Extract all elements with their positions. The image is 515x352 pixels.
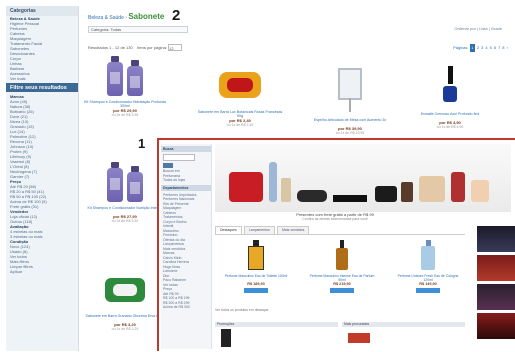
product-installments: ou 3x de R$ 9,96 — [111, 113, 139, 117]
product-image[interactable] — [221, 329, 231, 347]
product-title[interactable]: Esmalte Cremoso Azul Profundo 8ml — [405, 112, 495, 120]
page-number-link[interactable]: 1 — [469, 44, 475, 52]
overlay-department-list: Perfumes Importados Perfumes Nacionais Kit… — [161, 193, 211, 310]
store-page-overlay: Busca Buscar em Perfumaria Todas as lojas … — [157, 138, 515, 351]
page-number-link[interactable]: 8 — [502, 44, 504, 52]
filter-results-header: Filtre seus resultados — [6, 83, 78, 92]
product-image[interactable] — [336, 240, 348, 270]
annotation-label-2: 2 — [172, 7, 181, 24]
category-select[interactable]: Categoria: Todas — [88, 26, 188, 33]
side-ad-column — [477, 226, 515, 351]
product-title[interactable]: Espelho Articulado de Mesa com Aumento 3… — [305, 118, 395, 126]
product-image[interactable] — [105, 278, 145, 302]
tab-new[interactable]: Lançamentos — [243, 226, 275, 234]
product-card[interactable]: Kit Shampoo e Condicionador Hidratação P… — [80, 56, 170, 117]
tab-bestsellers[interactable]: Mais vendidos — [277, 226, 310, 234]
product-title[interactable]: Perfume Masculino Intense Eau de Parfum … — [307, 274, 377, 282]
overlay-departments-header: Departamentos — [161, 184, 211, 191]
side-ad[interactable] — [477, 313, 515, 339]
product-title[interactable]: Perfume Masculino Eau de Toilette 100ml — [221, 274, 291, 282]
next-page-arrow[interactable]: › — [507, 45, 508, 50]
overlay-department-link[interactable]: Acima de R$ 300 — [161, 305, 211, 310]
product-installments: ou 2x de R$ 19,95 — [335, 131, 365, 135]
overlay-tab-bar: Destaques Lançamentos Mais vendidos — [215, 226, 465, 235]
results-sort-row: Resultados 1 - 12 de 130 Itens por págin… — [88, 44, 502, 52]
overlay-search-input[interactable] — [163, 154, 195, 161]
results-count: Resultados 1 - 12 de 130 — [88, 45, 133, 50]
product-card[interactable]: Espelho Articulado de Mesa com Aumento 3… — [305, 68, 395, 135]
add-to-cart-button[interactable] — [416, 288, 440, 293]
product-title[interactable]: Kit Shampoo e Condicionador Hidratação P… — [80, 100, 170, 108]
overlay-bottom-sections: Promoções Mais procurados — [215, 322, 465, 352]
page-number-link[interactable]: 5 — [490, 44, 492, 52]
product-title[interactable]: Sabonete em Barra Lux Botanicals Rosas F… — [195, 110, 285, 118]
per-page-label: Itens por página: — [137, 45, 167, 50]
sidebar-filter-list: Marcas Avon (45) Natura (38) Boticário (26)… — [6, 94, 78, 274]
side-ad[interactable] — [477, 284, 515, 310]
product-title[interactable]: Perfume Unissex Fresh Eau de Cologne 120… — [393, 274, 463, 282]
overlay-product-card[interactable]: Perfume Masculino Intense Eau de Parfum … — [307, 240, 377, 294]
page-number-link[interactable]: 2 — [477, 44, 479, 52]
breadcrumb: Beleza & Saúde › Sabonete — [88, 12, 164, 21]
product-price: R$ 219,90 — [333, 282, 351, 286]
add-to-cart-button[interactable] — [330, 288, 354, 293]
product-image[interactable] — [348, 333, 370, 343]
sidebar-category-link[interactable]: Ver mais — [6, 76, 78, 81]
add-to-cart-button[interactable] — [244, 288, 268, 293]
view-options-links[interactable]: Ordenar por | Lista | Grade — [454, 26, 502, 31]
breadcrumb-parent-link[interactable]: Beleza & Saúde — [88, 15, 124, 21]
product-image[interactable] — [219, 72, 261, 98]
side-ad[interactable] — [477, 255, 515, 281]
page-number-link[interactable]: 3 — [481, 44, 483, 52]
product-image[interactable] — [338, 68, 362, 112]
product-image[interactable] — [248, 240, 264, 270]
breadcrumb-current: Sabonete — [128, 12, 165, 21]
overlay-product-card[interactable]: Perfume Unissex Fresh Eau de Cologne 120… — [393, 240, 463, 294]
overlay-product-card[interactable]: Perfume Masculino Eau de Toilette 100ml … — [221, 240, 291, 294]
side-ad[interactable] — [477, 226, 515, 252]
see-all-link[interactable]: Ver todos os produtos em destaque — [215, 308, 465, 312]
sidebar-header: Categorias — [6, 6, 78, 16]
product-card[interactable]: Sabonete em Barra Lux Botanicals Rosas F… — [195, 72, 285, 127]
tab-highlights[interactable]: Destaques — [215, 226, 242, 234]
overlay-sidebar: Busca Buscar em Perfumaria Todas as lojas … — [161, 144, 212, 349]
per-page-select[interactable]: 12 — [168, 44, 183, 52]
banner-subcaption: Confira as ofertas selecionadas para voc… — [302, 217, 368, 221]
pagination-label: Páginas — [453, 45, 468, 50]
pagination: Páginas 12345678 › — [453, 44, 508, 52]
product-image[interactable] — [443, 66, 457, 104]
overlay-search-option[interactable]: Todas as lojas — [161, 178, 211, 183]
product-image[interactable] — [421, 240, 435, 270]
pagination-numbers: 12345678 — [469, 44, 506, 52]
overlay-search-button[interactable] — [163, 163, 173, 168]
annotation-label-1: 1 — [138, 136, 146, 151]
most-searched-header: Mais procurados — [342, 322, 465, 327]
sidebar-category-list: Beleza & Saúde Higiene Pessoal Perfumes Cab… — [6, 16, 78, 81]
product-price: R$ 149,90 — [419, 282, 437, 286]
product-price: R$ 189,90 — [247, 282, 265, 286]
category-sidebar: Categorias Beleza & Saúde Higiene Pessoal… — [6, 6, 79, 351]
promo-banner[interactable] — [215, 144, 511, 212]
page-number-link[interactable]: 6 — [494, 44, 496, 52]
sidebar-filter-link[interactable]: Aplicar — [6, 269, 78, 274]
breadcrumb-separator: › — [125, 15, 127, 21]
promotions-header: Promoções — [215, 322, 338, 327]
product-installments: ou 1x de R$ 2,49 — [226, 123, 254, 127]
page-number-link[interactable]: 7 — [498, 44, 500, 52]
overlay-search-options: Buscar em Perfumaria Todas as lojas — [161, 169, 211, 183]
page-number-link[interactable]: 4 — [485, 44, 487, 52]
overlay-search-header: Busca — [161, 146, 211, 152]
product-image[interactable] — [80, 56, 170, 97]
product-card[interactable]: Esmalte Cremoso Azul Profundo 8ml por R$… — [405, 66, 495, 129]
product-installments: ou 1x de R$ 4,90 — [436, 125, 464, 129]
